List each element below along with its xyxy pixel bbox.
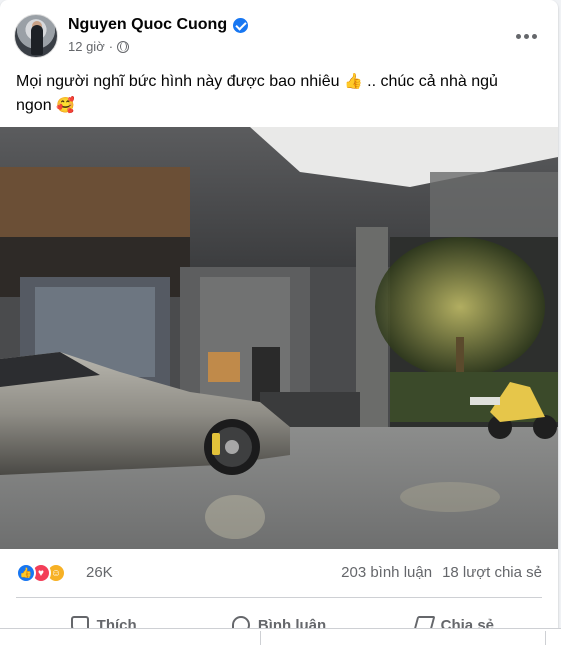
post-card: Nguyen Quoc Cuong 12 giờ · Mọi người ngh… <box>0 0 558 647</box>
verified-badge-icon <box>233 17 249 33</box>
share-count[interactable]: 18 lượt chia sẻ <box>442 564 542 581</box>
post-text: Mọi người nghĩ bức hình này được bao nhi… <box>16 70 536 118</box>
comment-count[interactable]: 203 bình luận <box>341 564 432 581</box>
reaction-count[interactable]: 26K <box>86 564 113 581</box>
post-text-main: Mọi người nghĩ bức hình này được bao nhi… <box>16 73 340 90</box>
more-dot-icon <box>515 33 521 39</box>
stats-right: 203 bình luận 18 lượt chia sẻ <box>341 564 542 581</box>
like-icon: 👍 <box>16 563 36 583</box>
post-header: Nguyen Quoc Cuong 12 giờ · <box>14 14 544 62</box>
divider <box>16 597 542 598</box>
thumbs-up-emoji-icon: 👍 <box>343 73 363 90</box>
reaction-icons[interactable]: 👍 ♥ ☺ <box>16 563 66 583</box>
post-stats: 👍 ♥ ☺ 26K 203 bình luận 18 lượt chia sẻ <box>16 561 542 585</box>
bottom-separator <box>545 631 546 645</box>
avatar-figure <box>31 25 43 55</box>
garage-photo-illustration <box>0 127 558 549</box>
post-time[interactable]: 12 giờ <box>68 39 105 54</box>
more-dot-icon <box>531 33 537 39</box>
more-options-button[interactable] <box>508 18 544 54</box>
author-row: Nguyen Quoc Cuong <box>68 16 249 34</box>
bottom-separator <box>260 631 261 645</box>
more-dot-icon <box>523 33 529 39</box>
post-photo[interactable] <box>0 127 558 549</box>
smiling-hearts-emoji-icon: 🥰 <box>56 97 75 114</box>
avatar[interactable] <box>14 14 58 58</box>
post-meta: 12 giờ · <box>68 39 130 54</box>
author-name[interactable]: Nguyen Quoc Cuong <box>68 16 227 34</box>
bottom-bar <box>0 628 561 647</box>
globe-icon[interactable] <box>117 40 130 53</box>
dot-separator: · <box>108 39 114 54</box>
